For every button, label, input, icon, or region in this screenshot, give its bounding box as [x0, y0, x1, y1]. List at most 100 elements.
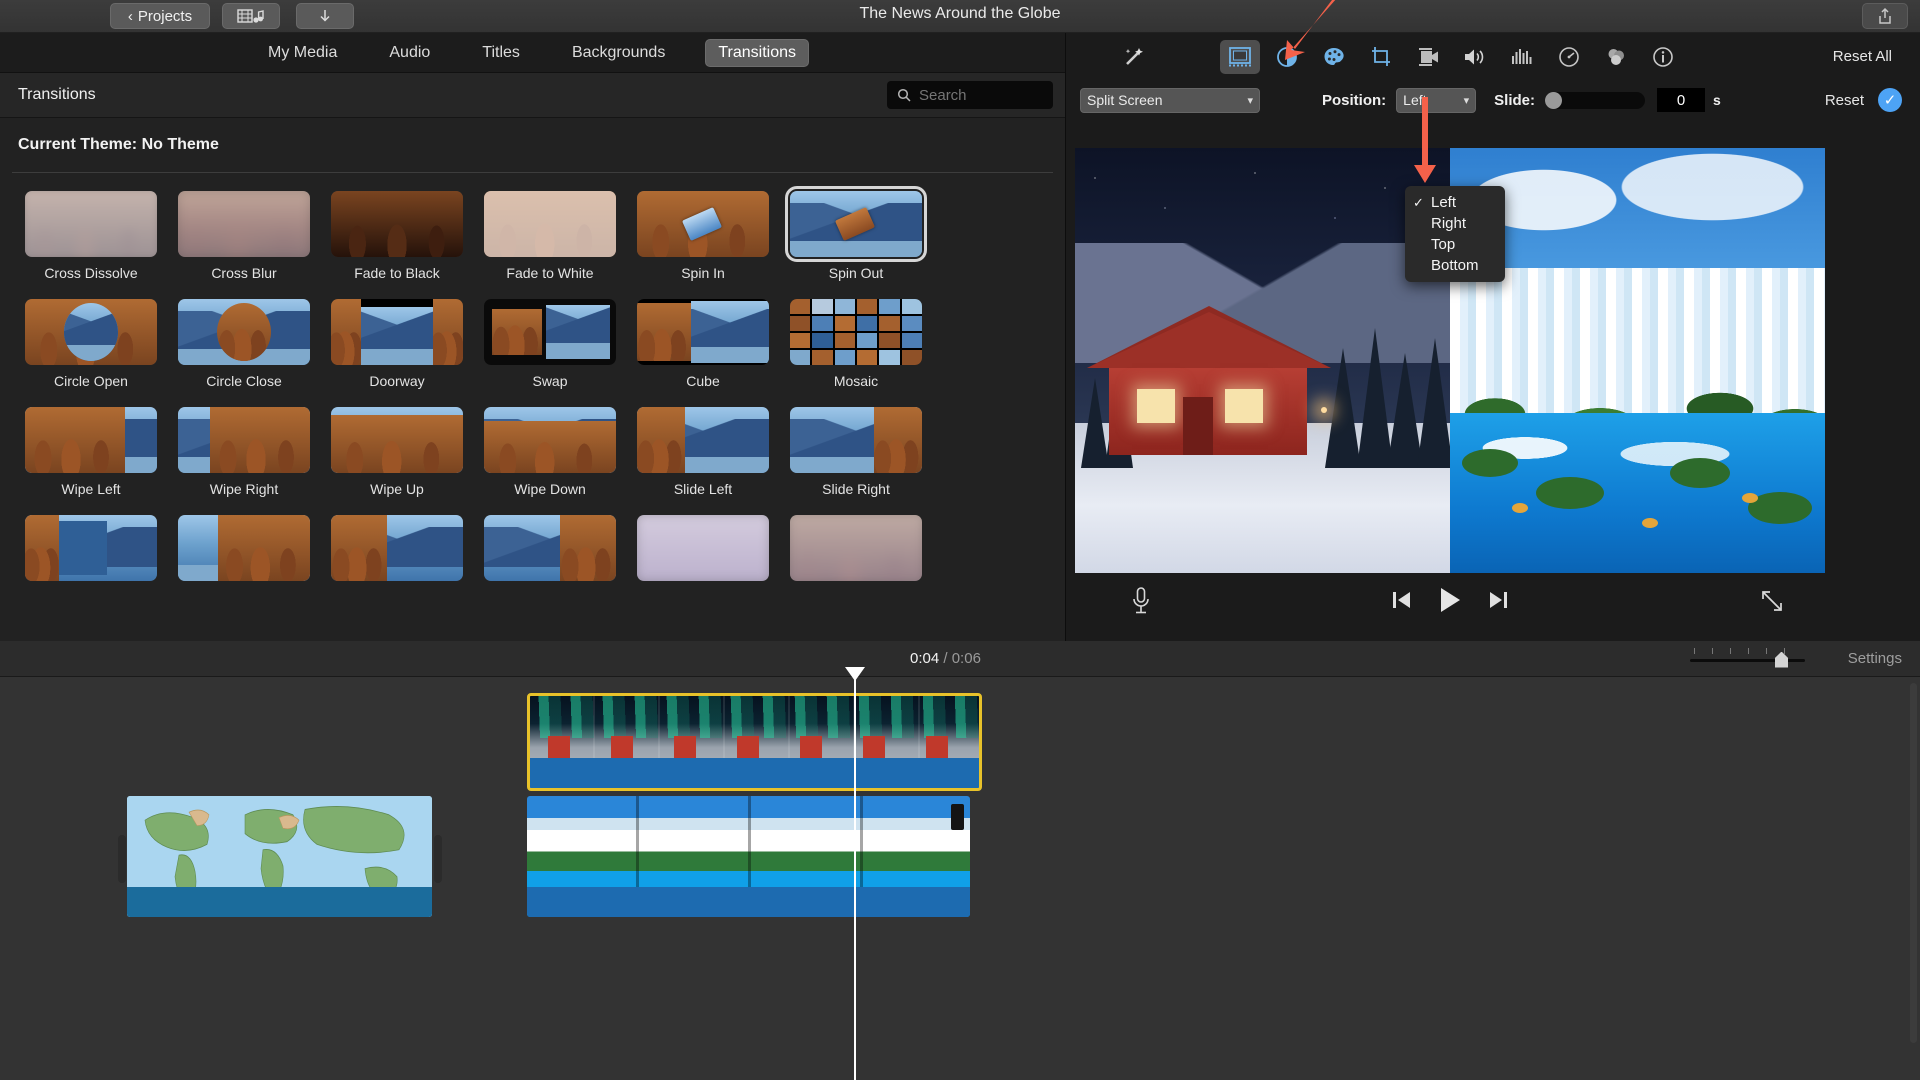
crop-icon[interactable]	[1361, 40, 1401, 74]
transition-thumbnail	[637, 299, 769, 365]
transition-thumbnail	[785, 186, 927, 262]
transition-tile[interactable]: Wipe Down	[484, 407, 616, 497]
transition-tile[interactable]: Cube	[637, 299, 769, 389]
reset-all-button[interactable]: Reset All	[1833, 48, 1892, 65]
timeline-playhead[interactable]	[845, 667, 865, 1080]
info-icon[interactable]	[1643, 40, 1683, 74]
imovie-window: ‹ Projects The News Around the Globe My …	[0, 0, 1920, 1080]
timeline-clip-waterfall[interactable]	[527, 796, 970, 917]
menu-item-bottom[interactable]: Bottom	[1405, 255, 1505, 276]
slide-slider[interactable]	[1545, 91, 1646, 109]
tab-my-media[interactable]: My Media	[256, 40, 349, 66]
viewer-transport-bar	[1075, 580, 1825, 632]
video-overlay-icon[interactable]	[1220, 39, 1260, 74]
transport-controls	[1075, 586, 1825, 619]
menu-item-left[interactable]: ✓ Left	[1405, 192, 1505, 213]
project-title: The News Around the Globe	[859, 5, 1061, 22]
play-icon[interactable]	[1438, 586, 1462, 619]
transition-tile[interactable]: Doorway	[331, 299, 463, 389]
menu-item-right[interactable]: Right	[1405, 213, 1505, 234]
search-input[interactable]	[919, 86, 1039, 104]
magic-wand-icon[interactable]	[1114, 40, 1154, 74]
transition-label: Doorway	[369, 373, 425, 389]
timeline[interactable]: ▮◀ ♫	[0, 667, 1920, 1080]
volume-icon[interactable]	[1455, 40, 1495, 74]
checkmark-icon[interactable]: ✓	[1878, 88, 1902, 112]
position-dropdown-menu[interactable]: ✓ Left Right Top Bottom	[1405, 186, 1505, 282]
transition-tile[interactable]: Circle Close	[178, 299, 310, 389]
transition-label: Fade to White	[506, 265, 594, 281]
transition-tile[interactable]	[25, 515, 157, 581]
menu-item-top[interactable]: Top	[1405, 234, 1505, 255]
fullscreen-icon[interactable]	[1761, 590, 1783, 617]
arrow-to-position-dropdown	[1414, 97, 1436, 183]
slide-value-field[interactable]: 0	[1657, 88, 1706, 112]
clip-filter-icon[interactable]	[1596, 40, 1636, 74]
transition-tile[interactable]: Slide Left	[637, 407, 769, 497]
transition-tile[interactable]	[178, 515, 310, 581]
transition-thumbnail	[331, 191, 463, 257]
effect-select[interactable]: Split Screen ▾	[1080, 87, 1260, 113]
transition-tile[interactable]: Fade to White	[484, 191, 616, 281]
tab-backgrounds[interactable]: Backgrounds	[560, 40, 677, 66]
chevron-down-icon: ▾	[1463, 94, 1470, 107]
search-icon	[897, 88, 911, 102]
speed-icon[interactable]	[1549, 40, 1589, 74]
checkmark-icon: ✓	[1413, 194, 1424, 210]
skip-to-start-icon[interactable]	[1392, 589, 1412, 616]
transitions-grid-scroll[interactable]: Cross Dissolve Cross Blur Fade to Black …	[0, 173, 1065, 641]
timeline-zoom-slider[interactable]	[1690, 647, 1805, 668]
transitions-grid: Cross Dissolve Cross Blur Fade to Black …	[0, 173, 1065, 581]
transition-tile[interactable]: Wipe Left	[25, 407, 157, 497]
timeline-clip-aurora[interactable]	[527, 693, 982, 791]
transition-label: Spin Out	[828, 265, 884, 281]
skip-to-end-icon[interactable]	[1488, 589, 1508, 616]
stabilization-icon[interactable]	[1408, 40, 1448, 74]
transition-label: Cube	[686, 373, 720, 389]
browser-header: Transitions	[0, 73, 1065, 118]
transition-tile[interactable]: Swap	[484, 299, 616, 389]
transition-thumbnail	[790, 299, 922, 365]
transition-tile[interactable]	[484, 515, 616, 581]
transition-tile[interactable]: Slide Right	[790, 407, 922, 497]
transition-thumbnail	[637, 407, 769, 473]
zoom-knob[interactable]	[1775, 651, 1788, 668]
clip-audio-waveform	[530, 758, 979, 788]
equalizer-icon[interactable]	[1502, 40, 1542, 74]
clip-right-trim-handle[interactable]	[434, 835, 442, 883]
current-time: 0:04	[910, 650, 940, 667]
timeline-settings-button[interactable]: Settings	[1848, 650, 1902, 667]
transition-tile[interactable]: Wipe Up	[331, 407, 463, 497]
slide-slider-knob[interactable]	[1545, 91, 1563, 109]
transition-thumbnail	[637, 515, 769, 581]
transition-tile[interactable]: Cross Blur	[178, 191, 310, 281]
search-field[interactable]	[887, 81, 1053, 109]
clip-audio-waveform	[127, 887, 432, 917]
tab-transitions[interactable]: Transitions	[705, 38, 809, 67]
transition-tile[interactable]: Mosaic	[790, 299, 922, 389]
transition-thumbnail	[25, 515, 157, 581]
clip-left-trim-handle[interactable]	[118, 835, 126, 883]
transition-tile[interactable]: Wipe Right	[178, 407, 310, 497]
slide-label: Slide:	[1494, 91, 1536, 109]
reset-button[interactable]: Reset	[1825, 92, 1864, 109]
tab-titles[interactable]: Titles	[470, 40, 532, 66]
share-button[interactable]	[1862, 3, 1908, 29]
menu-item-label: Top	[1431, 236, 1456, 253]
tab-audio[interactable]: Audio	[377, 40, 442, 66]
transition-tile[interactable]: Cross Dissolve	[25, 191, 157, 281]
timeline-clip-world-map[interactable]	[127, 796, 432, 917]
transition-tile[interactable]	[637, 515, 769, 581]
menu-item-label: Bottom	[1431, 257, 1479, 274]
transition-tile-spin-out[interactable]: Spin Out	[785, 186, 927, 281]
timeline-scrollbar[interactable]	[1910, 683, 1917, 1043]
transition-thumbnail	[637, 191, 769, 257]
transition-tile[interactable]: Spin In	[637, 191, 769, 281]
transition-tile[interactable]	[331, 515, 463, 581]
transition-thumbnail	[790, 515, 922, 581]
transition-tile[interactable]: Circle Open	[25, 299, 157, 389]
transition-tile[interactable]	[790, 515, 922, 581]
preview-right-half	[1450, 148, 1825, 573]
zoom-ticks	[1694, 647, 1802, 654]
transition-tile[interactable]: Fade to Black	[331, 191, 463, 281]
